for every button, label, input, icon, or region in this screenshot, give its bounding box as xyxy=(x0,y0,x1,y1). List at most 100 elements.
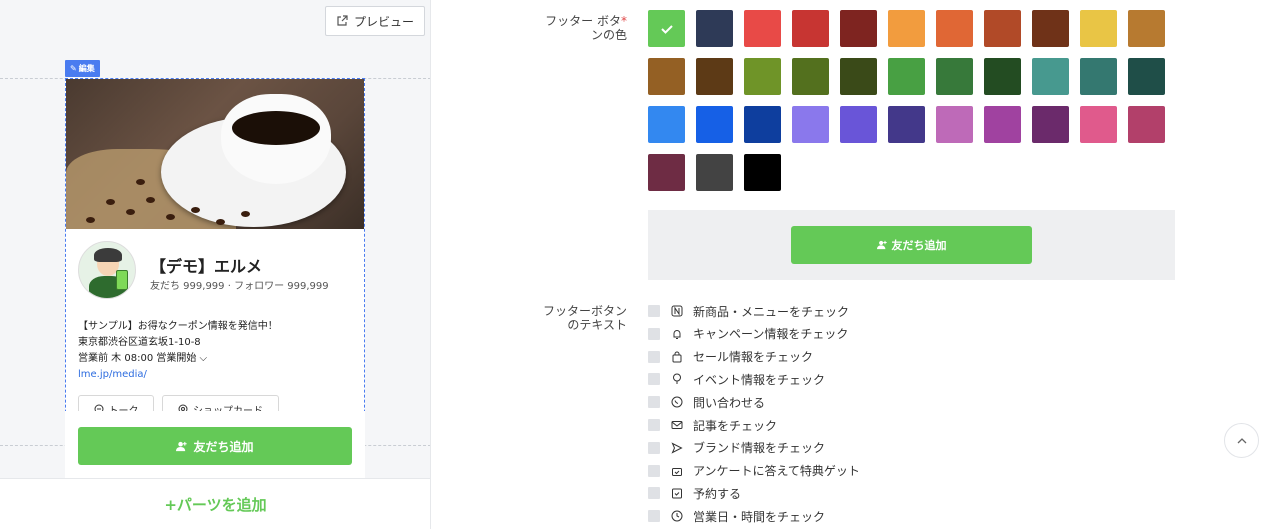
option-label: イベント情報をチェック xyxy=(693,372,826,387)
footer-text-label: フッターボタン のテキスト xyxy=(542,304,627,332)
color-swatch[interactable] xyxy=(648,10,685,47)
checkbox[interactable] xyxy=(648,419,660,431)
color-swatch[interactable] xyxy=(984,58,1021,95)
profile-description: 【サンプル】お得なクーポン情報を発信中！ 東京都渋谷区道玄坂1-10-8 営業前… xyxy=(78,319,278,383)
preview-add-friend-button: 友だち追加 xyxy=(791,226,1032,264)
color-swatch[interactable] xyxy=(792,58,829,95)
option-label: 記事をチェック xyxy=(693,418,778,433)
footer-button-label: 友だち追加 xyxy=(193,439,254,454)
phone-icon xyxy=(671,396,683,408)
color-swatch[interactable] xyxy=(744,106,781,143)
color-swatch[interactable] xyxy=(888,10,925,47)
external-link-icon xyxy=(337,15,348,26)
color-swatch[interactable] xyxy=(840,58,877,95)
color-swatch[interactable] xyxy=(888,106,925,143)
send-icon xyxy=(671,442,683,454)
clock-icon xyxy=(671,510,683,522)
color-swatch[interactable] xyxy=(1032,58,1069,95)
color-swatch[interactable] xyxy=(1080,106,1117,143)
profile-name: 【デモ】エルメ xyxy=(150,257,263,276)
mail-icon xyxy=(671,419,683,431)
checkbox[interactable] xyxy=(648,305,660,317)
option-label: 営業日・時間をチェック xyxy=(693,509,826,524)
color-swatch[interactable] xyxy=(696,154,733,191)
chevron-down-icon[interactable]: ⌵ xyxy=(200,353,208,364)
avatar xyxy=(78,241,136,299)
checkbox[interactable] xyxy=(648,487,660,500)
color-swatch[interactable] xyxy=(696,106,733,143)
color-swatch[interactable] xyxy=(1032,106,1069,143)
color-swatch[interactable] xyxy=(1128,10,1165,47)
footer-text-option[interactable]: 新商品・メニューをチェック xyxy=(648,301,849,321)
preview-button-label: プレビュー xyxy=(353,14,414,29)
color-swatch[interactable] xyxy=(936,58,973,95)
color-swatch[interactable] xyxy=(792,10,829,47)
add-user-icon xyxy=(176,441,188,451)
calendar-check-icon xyxy=(671,487,683,499)
bell-icon xyxy=(671,328,683,340)
color-swatch[interactable] xyxy=(648,58,685,95)
color-swatch[interactable] xyxy=(840,106,877,143)
color-swatch[interactable] xyxy=(888,58,925,95)
required-mark: * xyxy=(621,14,627,28)
color-swatch[interactable] xyxy=(984,106,1021,143)
checkbox[interactable] xyxy=(648,441,660,454)
scroll-top-button[interactable] xyxy=(1224,423,1259,458)
add-parts-button[interactable]: +パーツを追加 xyxy=(0,478,430,529)
check-icon xyxy=(660,24,673,34)
balloon-icon xyxy=(671,373,683,385)
gift-icon xyxy=(671,465,683,477)
bag-icon xyxy=(671,351,683,363)
footer-text-option[interactable]: 問い合わせる xyxy=(648,392,765,412)
preview-button[interactable]: プレビュー xyxy=(325,6,425,36)
edit-tag[interactable]: ✎ 編集 xyxy=(65,60,100,77)
color-swatch[interactable] xyxy=(1080,58,1117,95)
color-swatch[interactable] xyxy=(840,10,877,47)
option-label: アンケートに答えて特典ゲット xyxy=(693,464,860,479)
color-swatch[interactable] xyxy=(696,58,733,95)
color-swatch[interactable] xyxy=(648,106,685,143)
preview-panel: プレビュー ✎ 編集 【デモ】エルメ 友だち 999,999 · フォロワー 9… xyxy=(0,0,431,529)
checkbox[interactable] xyxy=(648,464,660,477)
color-swatch[interactable] xyxy=(1128,106,1165,143)
color-swatch[interactable] xyxy=(648,154,685,191)
color-swatch[interactable] xyxy=(744,58,781,95)
color-swatch[interactable] xyxy=(936,10,973,47)
checkbox[interactable] xyxy=(648,396,660,409)
checkbox[interactable] xyxy=(648,327,660,340)
checkbox[interactable] xyxy=(648,373,660,386)
desc-line: 【サンプル】お得なクーポン情報を発信中！ xyxy=(78,321,278,332)
footer-text-option[interactable]: 予約する xyxy=(648,483,741,503)
chevron-up-icon xyxy=(1237,437,1246,443)
hours-text: 営業前 木 08:00 営業開始 xyxy=(78,353,197,364)
footer-text-option[interactable]: アンケートに答えて特典ゲット xyxy=(648,461,860,481)
color-swatch[interactable] xyxy=(792,106,829,143)
color-swatch[interactable] xyxy=(1032,10,1069,47)
desc-line: 営業前 木 08:00 営業開始 ⌵ xyxy=(78,351,278,367)
color-swatch[interactable] xyxy=(1128,58,1165,95)
preview-button-label: 友だち追加 xyxy=(891,239,947,252)
footer-text-option[interactable]: イベント情報をチェック xyxy=(648,369,825,389)
profile-link[interactable]: lme.jp/media/ xyxy=(78,367,278,383)
option-label: ブランド情報をチェック xyxy=(693,441,826,456)
color-swatch[interactable] xyxy=(696,10,733,47)
color-swatch[interactable] xyxy=(1080,10,1117,47)
option-label: キャンペーン情報をチェック xyxy=(693,327,849,342)
desc-line: 東京都渋谷区道玄坂1-10-8 xyxy=(78,337,201,348)
option-label: セール情報をチェック xyxy=(693,350,814,365)
footer-button-preview: 友だち追加 xyxy=(648,210,1175,280)
footer-text-option[interactable]: セール情報をチェック xyxy=(648,347,813,367)
footer-text-option[interactable]: 営業日・時間をチェック xyxy=(648,506,825,526)
color-swatch[interactable] xyxy=(984,10,1021,47)
color-swatch[interactable] xyxy=(936,106,973,143)
footer-color-label: フッター ボタ* ンの色 xyxy=(545,14,627,42)
color-swatch[interactable] xyxy=(744,154,781,191)
news-icon xyxy=(671,305,683,317)
footer-text-option[interactable]: キャンペーン情報をチェック xyxy=(648,324,848,344)
color-swatch[interactable] xyxy=(744,10,781,47)
checkbox[interactable] xyxy=(648,510,660,523)
footer-add-friend-button[interactable]: 友だち追加 xyxy=(78,427,352,465)
footer-text-option[interactable]: ブランド情報をチェック xyxy=(648,438,825,458)
checkbox[interactable] xyxy=(648,350,660,363)
footer-text-option[interactable]: 記事をチェック xyxy=(648,415,777,435)
